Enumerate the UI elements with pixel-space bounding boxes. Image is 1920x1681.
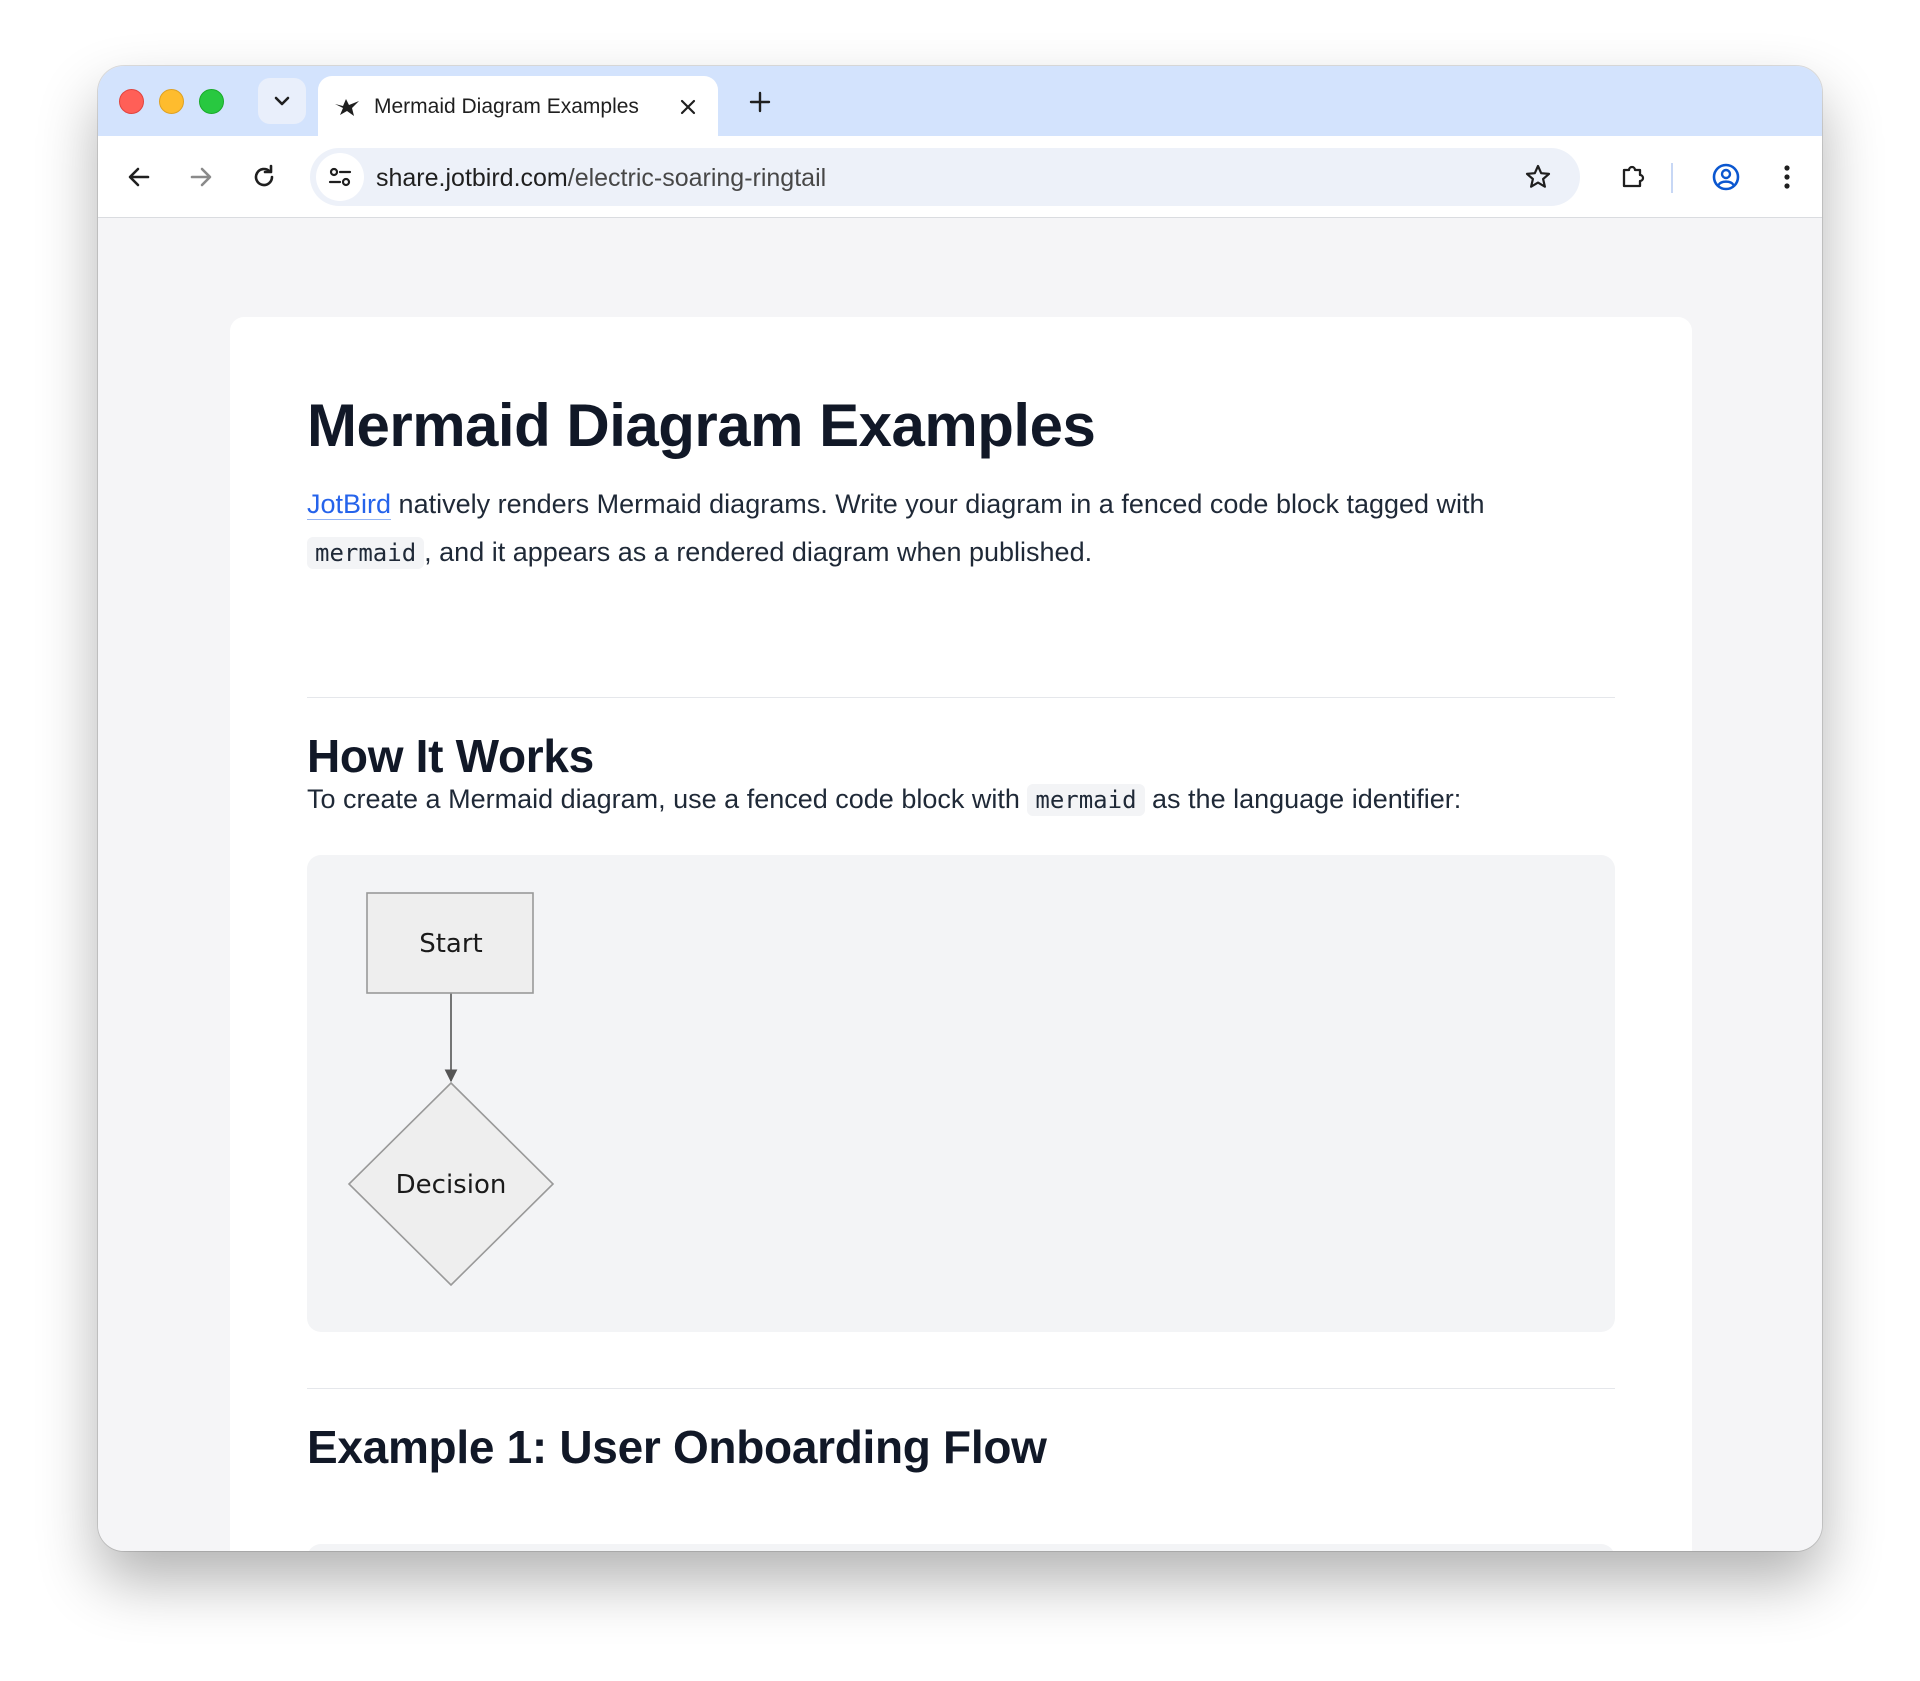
how-text-1: To create a Mermaid diagram, use a fence…: [307, 784, 1028, 814]
url-path: /electric-soaring-ringtail: [567, 164, 827, 192]
diagram-node-decision-label: Decision: [396, 1170, 507, 1200]
plus-icon: [749, 91, 771, 113]
article-card: Mermaid Diagram Examples JotBird nativel…: [230, 317, 1692, 1551]
more-vertical-icon: [1784, 165, 1790, 189]
extensions-button[interactable]: [1609, 153, 1657, 201]
arrow-left-icon: [128, 167, 150, 187]
reload-icon: [254, 164, 274, 187]
mermaid-diagram: Start Decision: [307, 855, 1615, 1332]
intro-text-2: , and it appears as a rendered diagram w…: [424, 537, 1093, 567]
bookmark-button[interactable]: [1514, 153, 1562, 201]
tab-search-button[interactable]: [258, 78, 306, 124]
browser-toolbar: share.jotbird.com/electric-soaring-ringt…: [98, 136, 1822, 218]
intro-text-1: natively renders Mermaid diagrams. Write…: [391, 489, 1485, 519]
minimize-window-button[interactable]: [159, 89, 184, 114]
page-title: Mermaid Diagram Examples: [307, 392, 1096, 459]
tab-close-button[interactable]: [668, 87, 708, 127]
inline-code-mermaid-2: mermaid: [1027, 784, 1145, 816]
page-viewport[interactable]: Mermaid Diagram Examples JotBird nativel…: [98, 218, 1822, 1551]
section-heading-example-1: Example 1: User Onboarding Flow: [307, 1421, 1047, 1473]
intro-paragraph: JotBird natively renders Mermaid diagram…: [307, 480, 1615, 577]
close-icon: [680, 99, 696, 115]
url-domain: share.jotbird.com: [376, 164, 568, 192]
new-tab-button[interactable]: [738, 80, 782, 124]
toolbar-divider: [1671, 163, 1673, 193]
browser-window: Mermaid Diagram Examples share.jotbird.c…: [98, 66, 1822, 1551]
jotbird-link[interactable]: JotBird: [307, 489, 392, 520]
arrow-right-icon: [190, 167, 212, 187]
account-circle-icon: [1712, 163, 1740, 191]
tab-title: Mermaid Diagram Examples: [374, 95, 639, 118]
example-1-diagram: [307, 1544, 1615, 1551]
site-info-button[interactable]: [316, 153, 364, 201]
tune-icon: [328, 167, 352, 187]
how-it-works-paragraph: To create a Mermaid diagram, use a fence…: [307, 775, 1461, 824]
star-icon: [1525, 164, 1551, 188]
menu-button[interactable]: [1763, 153, 1811, 201]
back-button[interactable]: [115, 153, 163, 201]
address-bar[interactable]: share.jotbird.com/electric-soaring-ringt…: [310, 148, 1580, 206]
tab-active[interactable]: Mermaid Diagram Examples: [318, 76, 718, 138]
url-text[interactable]: share.jotbird.com/electric-soaring-ringt…: [376, 164, 826, 193]
how-text-2: as the language identifier:: [1144, 784, 1462, 814]
inline-code-mermaid: mermaid: [307, 537, 425, 569]
close-window-button[interactable]: [119, 89, 144, 114]
forward-button[interactable]: [177, 153, 225, 201]
chevron-down-icon: [274, 96, 290, 106]
profile-button[interactable]: [1702, 153, 1750, 201]
maximize-window-button[interactable]: [199, 89, 224, 114]
diagram-node-start-label: Start: [419, 929, 483, 959]
reload-button[interactable]: [240, 153, 288, 201]
jotbird-favicon-icon: [335, 99, 359, 116]
puzzle-piece-icon: [1622, 165, 1645, 188]
divider: [307, 697, 1615, 698]
diagram-canvas: Start Decision: [347, 892, 555, 1287]
tab-strip: Mermaid Diagram Examples: [98, 66, 1822, 138]
divider-2: [307, 1388, 1615, 1389]
